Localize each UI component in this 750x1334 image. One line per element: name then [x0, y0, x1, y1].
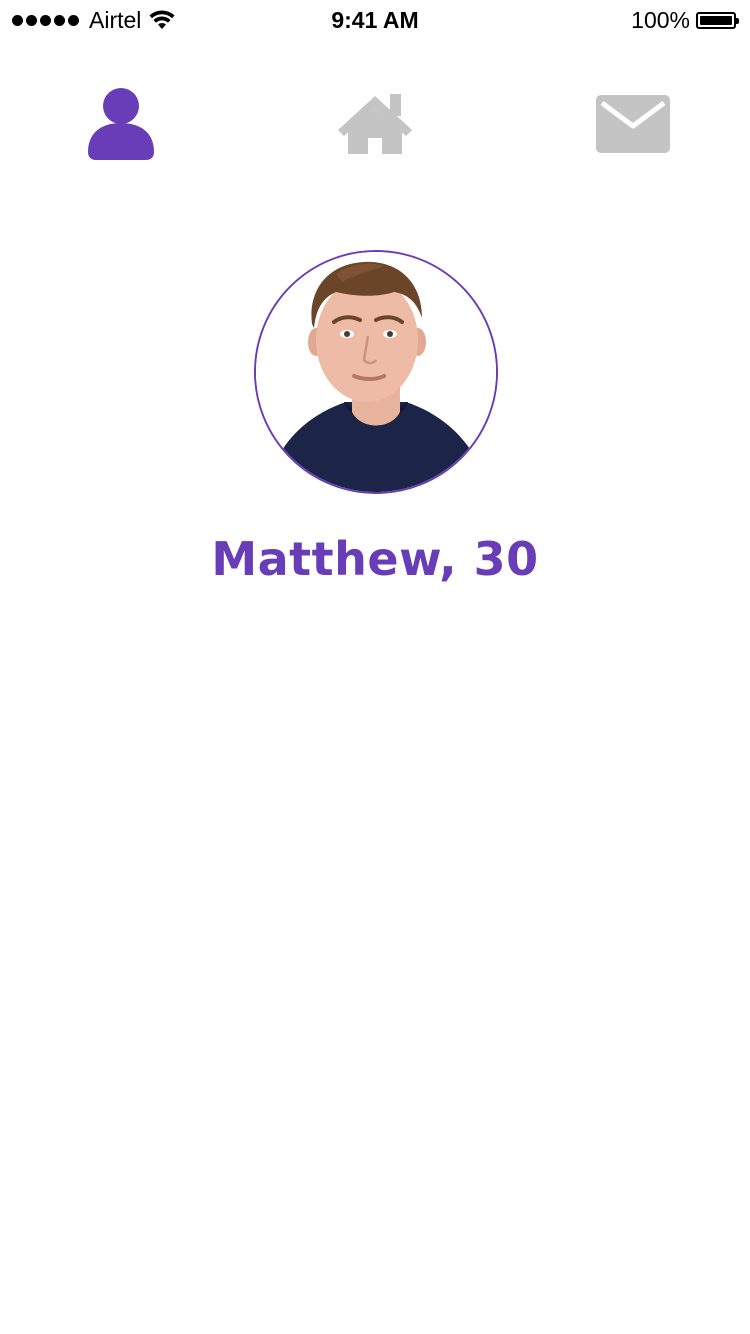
battery-percentage: 100% — [631, 7, 690, 33]
home-icon — [338, 94, 412, 154]
tab-home[interactable] — [336, 90, 414, 160]
status-right: 100% — [631, 6, 739, 34]
status-bar: Airtel 9:41 AM 100% — [0, 0, 750, 40]
tab-profile[interactable] — [86, 86, 156, 162]
profile-photo — [256, 252, 496, 492]
mail-icon — [596, 95, 670, 153]
tab-messages[interactable] — [595, 94, 671, 154]
battery-icon — [696, 11, 739, 29]
user-icon — [88, 88, 154, 160]
avatar — [254, 250, 498, 494]
profile-name: Matthew, 30 — [211, 532, 539, 586]
